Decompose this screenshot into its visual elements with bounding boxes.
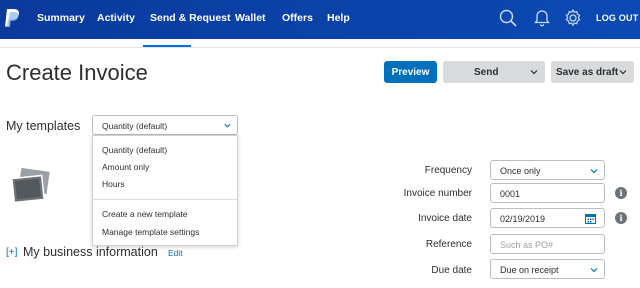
template-select[interactable]: Quantity (default) [92,115,238,135]
reference-input[interactable]: Such as PO# [490,234,605,254]
expand-business-toggle[interactable]: [+] [6,247,17,258]
chevron-down-icon [619,70,627,75]
template-select-value: Quantity (default) [102,121,168,131]
frequency-value: Once only [500,166,541,176]
template-dropdown-menu: Quantity (default) Amount only Hours Cre… [92,135,238,246]
photos-icon[interactable] [10,165,52,207]
page-title: Create Invoice [6,60,148,85]
reference-placeholder: Such as PO# [500,240,554,250]
nav-send-request[interactable]: Send & Request [150,12,231,24]
send-button[interactable]: Send [443,61,545,83]
templates-label: My templates [6,119,81,133]
chevron-down-icon [590,169,598,174]
nav-help[interactable]: Help [327,12,350,24]
chevron-down-icon [530,70,538,75]
preview-button[interactable]: Preview [384,61,437,83]
reference-label: Reference [425,239,472,250]
invoice-date-input[interactable]: 02/19/2019 [490,208,605,228]
send-button-label: Send [474,66,499,78]
invoice-number-label: Invoice number [403,188,472,199]
bell-icon[interactable] [532,8,552,28]
info-icon[interactable]: i [615,187,627,199]
frequency-select[interactable]: Once only [490,160,605,180]
invoice-date-value: 02/19/2019 [500,214,546,224]
gear-icon[interactable] [563,8,583,28]
top-nav: Summary Activity Send & Request Wallet O… [0,0,640,39]
invoice-number-input[interactable]: 0001 [490,183,605,203]
info-icon[interactable]: i [615,212,627,224]
create-template-option[interactable]: Create a new template [102,209,188,219]
save-draft-button[interactable]: Save as draft [551,61,634,83]
save-draft-label: Save as draft [556,66,619,78]
nav-offers[interactable]: Offers [282,12,313,24]
template-option-hours[interactable]: Hours [102,179,125,189]
invoice-date-label: Invoice date [418,213,472,224]
logout-link[interactable]: LOG OUT [596,13,638,23]
dropdown-divider [93,199,237,200]
nav-wallet[interactable]: Wallet [235,12,266,24]
business-edit-link[interactable]: Edit [168,248,183,258]
nav-summary[interactable]: Summary [37,12,85,24]
business-info-label: My business information [23,245,158,259]
invoice-number-value: 0001 [500,189,521,199]
due-date-value: Due on receipt [500,265,559,275]
chevron-down-icon [224,123,231,128]
header-divider [0,47,640,48]
due-date-select[interactable]: Due on receipt [490,259,605,279]
template-option-amount[interactable]: Amount only [102,162,149,172]
paypal-logo-icon[interactable] [4,8,20,30]
chevron-down-icon [590,268,598,273]
frequency-label: Frequency [424,165,472,176]
calendar-icon[interactable] [585,213,596,224]
manage-templates-option[interactable]: Manage template settings [102,227,199,237]
nav-activity[interactable]: Activity [97,12,135,24]
due-date-label: Due date [431,265,472,276]
search-icon[interactable] [498,8,518,28]
template-option-quantity[interactable]: Quantity (default) [102,145,167,155]
